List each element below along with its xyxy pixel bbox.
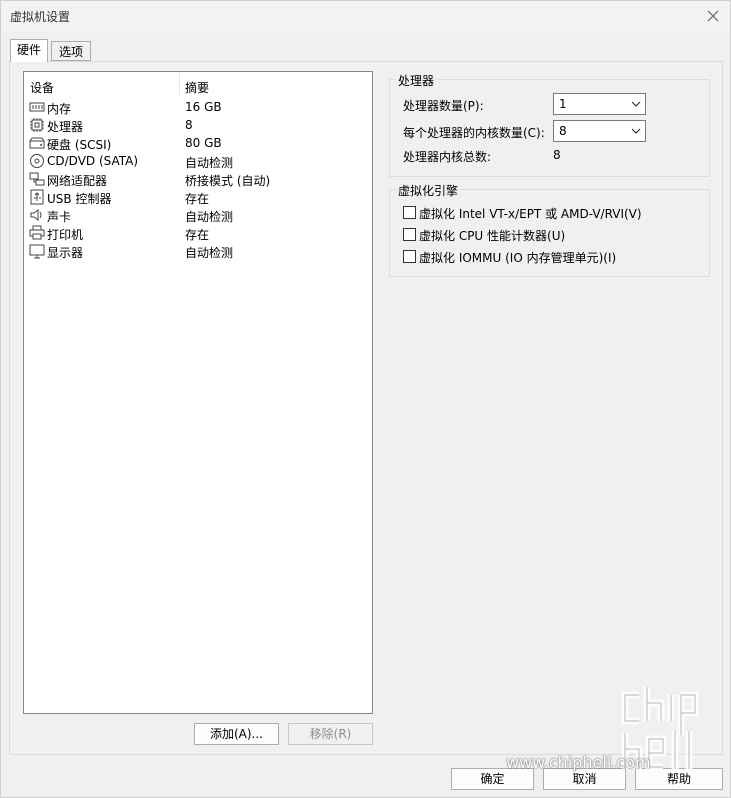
device-summary: 自动检测 xyxy=(185,246,234,260)
processor-count-value: 1 xyxy=(559,97,567,111)
cd-dvd-icon xyxy=(30,154,44,168)
display-icon xyxy=(29,244,45,259)
iommu-checkbox[interactable] xyxy=(403,250,416,263)
cpu-counters-label[interactable]: 虚拟化 CPU 性能计数器(U) xyxy=(419,227,565,244)
device-summary: 80 GB xyxy=(185,136,222,150)
vtx-label[interactable]: 虚拟化 Intel VT-x/EPT 或 AMD-V/RVI(V) xyxy=(419,205,642,222)
device-name: 显示器 xyxy=(47,246,84,260)
total-cores-value: 8 xyxy=(553,148,561,162)
device-row[interactable]: 处理器 8 xyxy=(26,116,372,134)
add-button[interactable]: 添加(A)... xyxy=(194,723,279,745)
hard-disk-icon xyxy=(29,137,45,149)
device-list-header: 设备 摘要 xyxy=(24,72,372,96)
processor-count-label: 处理器数量(P): xyxy=(403,99,484,113)
cores-select[interactable]: 8 xyxy=(553,120,646,142)
device-row[interactable]: 打印机 存在 xyxy=(26,224,372,242)
device-row[interactable]: 硬盘 (SCSI) 80 GB xyxy=(26,134,372,152)
close-button[interactable] xyxy=(702,5,724,27)
device-row[interactable]: CD/DVD (SATA) 自动检测 xyxy=(26,152,372,170)
device-row[interactable]: USB 控制器 存在 xyxy=(26,188,372,206)
device-summary: 存在 xyxy=(185,192,210,206)
processor-group-title: 处理器 xyxy=(396,72,437,89)
network-adapter-icon xyxy=(29,172,45,186)
total-cores-label: 处理器内核总数: xyxy=(403,150,492,164)
watermark-url: www.chiphell.com xyxy=(506,753,651,772)
device-row[interactable]: 声卡 自动检测 xyxy=(26,206,372,224)
device-name: CD/DVD (SATA) xyxy=(47,154,139,168)
column-summary[interactable]: 摘要 xyxy=(185,79,209,96)
device-summary: 桥接模式 (自动) xyxy=(185,174,271,188)
device-summary: 自动检测 xyxy=(185,156,234,170)
tab-hardware[interactable]: 硬件 xyxy=(10,39,48,62)
close-icon xyxy=(707,10,719,22)
tab-options[interactable]: 选项 xyxy=(51,41,91,61)
device-name: 处理器 xyxy=(47,120,84,134)
column-separator[interactable] xyxy=(179,73,180,95)
processor-icon xyxy=(30,118,44,132)
cpu-counters-checkbox[interactable] xyxy=(403,228,416,241)
usb-icon xyxy=(30,189,44,205)
column-device[interactable]: 设备 xyxy=(30,79,54,96)
device-row[interactable]: 内存 16 GB xyxy=(26,98,372,116)
title-bar: 虚拟机设置 xyxy=(1,1,730,31)
device-name: 打印机 xyxy=(47,228,84,242)
device-name: 网络适配器 xyxy=(47,174,108,188)
cores-value: 8 xyxy=(559,124,567,138)
printer-icon xyxy=(29,225,45,240)
remove-button[interactable]: 移除(R) xyxy=(288,723,373,745)
device-name: 内存 xyxy=(47,102,72,116)
processor-count-select[interactable]: 1 xyxy=(553,93,646,115)
device-name: 硬盘 (SCSI) xyxy=(47,138,112,152)
device-summary: 16 GB xyxy=(185,100,222,114)
device-summary: 8 xyxy=(185,118,193,132)
device-summary: 存在 xyxy=(185,228,210,242)
memory-icon xyxy=(29,102,45,112)
chevron-down-icon xyxy=(631,128,641,134)
device-row[interactable]: 显示器 自动检测 xyxy=(26,242,372,260)
virtualization-group-title: 虚拟化引擎 xyxy=(396,182,461,199)
window-title: 虚拟机设置 xyxy=(10,10,71,24)
device-name: USB 控制器 xyxy=(47,192,112,206)
settings-window: 虚拟机设置 硬件 选项 设备 摘要 内存 16 GB 处理器 8 硬盘 (SCSI) 80… xyxy=(0,0,731,798)
chevron-down-icon xyxy=(631,101,641,107)
cores-label: 每个处理器的内核数量(C): xyxy=(403,126,545,140)
device-list[interactable]: 设备 摘要 内存 16 GB 处理器 8 硬盘 (SCSI) 80 GB CD/DVD (S… xyxy=(23,71,373,714)
device-row[interactable]: 网络适配器 桥接模式 (自动) xyxy=(26,170,372,188)
device-summary: 自动检测 xyxy=(185,210,234,224)
iommu-label[interactable]: 虚拟化 IOMMU (IO 内存管理单元)(I) xyxy=(419,249,616,266)
sound-card-icon xyxy=(30,209,42,221)
vtx-checkbox[interactable] xyxy=(403,206,416,219)
device-name: 声卡 xyxy=(47,210,72,224)
